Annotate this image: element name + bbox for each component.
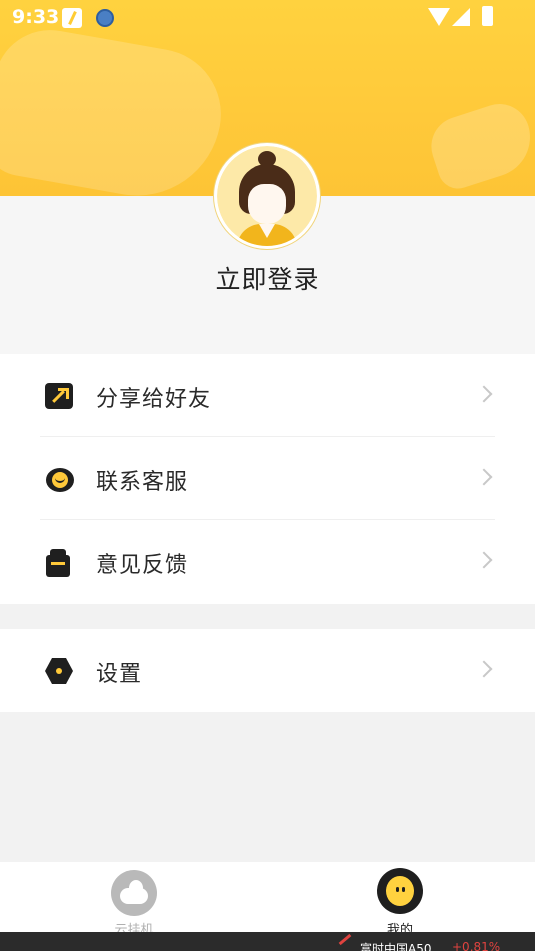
- chevron-right-icon: [475, 385, 493, 403]
- bottom-nav: 云挂机 我的: [0, 862, 535, 938]
- signal-icon: [452, 8, 470, 26]
- chevron-right-icon: [475, 660, 493, 678]
- battery-icon: [482, 6, 493, 26]
- mailbox-icon: [45, 549, 71, 577]
- profile-face-icon: [377, 868, 423, 914]
- menu-group-settings: 设置: [0, 629, 535, 712]
- login-link[interactable]: 立即登录: [0, 260, 535, 296]
- trend-up-icon: [338, 933, 352, 946]
- cloud-icon: [111, 870, 157, 916]
- tab-cloud-hosting[interactable]: 云挂机: [74, 862, 194, 938]
- gamepad-decoration: [0, 21, 232, 196]
- avatar-face: [248, 184, 286, 224]
- chevron-right-icon: [475, 468, 493, 486]
- ticker-name: 富时中国A50: [360, 942, 432, 951]
- menu-item-feedback[interactable]: 意见反馈: [0, 520, 535, 603]
- status-time: 9:33: [12, 6, 60, 28]
- gamepad-decoration-small: [423, 96, 535, 194]
- notes-icon: [62, 8, 82, 28]
- menu-item-label: 分享给好友: [96, 387, 212, 412]
- market-ticker[interactable]: 富时中国A50 +0.81%: [0, 932, 535, 951]
- chevron-right-icon: [475, 551, 493, 569]
- menu-item-customer-service[interactable]: 联系客服: [0, 437, 535, 520]
- menu-group: 分享给好友 联系客服 意见反馈: [0, 354, 535, 604]
- gear-icon: [45, 658, 73, 684]
- wifi-icon: [428, 8, 450, 26]
- menu-item-label: 设置: [96, 662, 143, 687]
- menu-item-label: 联系客服: [96, 470, 189, 495]
- ticker-change: +0.81%: [452, 940, 501, 951]
- avatar[interactable]: [214, 143, 320, 249]
- headset-icon: [45, 466, 75, 492]
- menu-item-settings[interactable]: 设置: [0, 629, 535, 712]
- menu-item-label: 意见反馈: [96, 553, 189, 578]
- app-notification-icon: [96, 9, 114, 27]
- menu-item-share[interactable]: 分享给好友: [0, 354, 535, 437]
- tab-me[interactable]: 我的: [340, 862, 460, 938]
- share-arrow-icon: [45, 383, 73, 409]
- status-bar: 9:33: [0, 0, 535, 36]
